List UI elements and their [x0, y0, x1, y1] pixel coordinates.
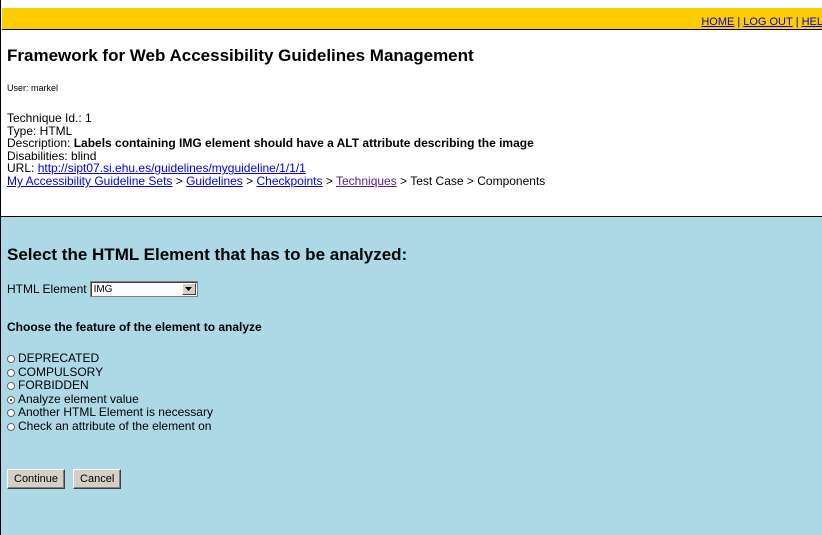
radio-button[interactable]	[7, 409, 15, 418]
panel-heading: Select the HTML Element that has to be a…	[7, 245, 408, 264]
radio-option-forbidden[interactable]: FORBIDDEN	[7, 378, 213, 393]
html-element-select[interactable]: IMG	[89, 281, 198, 297]
element-selection-panel: Select the HTML Element that has to be a…	[1, 217, 822, 535]
radio-button[interactable]	[7, 382, 15, 391]
chevron-down-icon	[185, 287, 193, 291]
logout-link[interactable]: LOG OUT	[743, 16, 793, 28]
technique-id: Technique Id.: 1	[7, 111, 92, 125]
technique-description: Description: Labels containing IMG eleme…	[7, 137, 545, 150]
radio-button[interactable]	[7, 355, 15, 364]
cancel-button[interactable]: Cancel	[73, 469, 122, 489]
breadcrumb: My Accessibility Guideline Sets > Guidel…	[7, 175, 545, 188]
breadcrumb-guideline-sets[interactable]: My Accessibility Guideline Sets	[7, 174, 172, 188]
radio-label: Another HTML Element is necessary	[18, 405, 213, 419]
nav-separator: |	[795, 16, 799, 28]
breadcrumb-separator: >	[463, 173, 478, 188]
radio-button[interactable]	[7, 368, 15, 377]
radio-option-compulsory[interactable]: COMPULSORY	[7, 364, 213, 380]
user-label: User: markel	[7, 83, 59, 93]
page-header: Framework for Web Accessibility Guidelin…	[1, 30, 822, 216]
html-element-label: HTML Element	[7, 282, 87, 296]
breadcrumb-separator: >	[172, 173, 187, 188]
breadcrumb-guidelines[interactable]: Guidelines	[186, 174, 243, 188]
radio-button-selected[interactable]	[7, 395, 15, 404]
html-element-select-value: IMG	[93, 284, 113, 295]
breadcrumb-separator: >	[242, 173, 257, 188]
breadcrumb-checkpoints[interactable]: Checkpoints	[256, 174, 322, 188]
nav-separator: |	[737, 16, 741, 28]
radio-label: FORBIDDEN	[18, 378, 89, 392]
description-text: Labels containing IMG element should hav…	[73, 136, 534, 151]
form-buttons: Continue Cancel	[7, 469, 122, 489]
breadcrumb-separator: >	[396, 173, 411, 188]
radio-button[interactable]	[7, 422, 15, 431]
continue-button[interactable]: Continue	[7, 469, 66, 489]
top-bar: HOME | LOG OUT | HEL	[2, 8, 822, 30]
radio-option-another-element[interactable]: Another HTML Element is necessary	[7, 405, 213, 420]
breadcrumb-components: Components	[477, 173, 546, 188]
help-link[interactable]: HEL	[802, 16, 822, 28]
breadcrumb-separator: >	[322, 173, 336, 188]
breadcrumb-techniques[interactable]: Techniques	[336, 174, 397, 188]
radio-label: DEPRECATED	[18, 351, 100, 365]
feature-heading: Choose the feature of the element to ana…	[7, 320, 262, 334]
radio-option-check-attribute[interactable]: Check an attribute of the element on	[7, 418, 213, 434]
html-element-row: HTML Element IMG	[7, 281, 198, 297]
breadcrumb-test-case: Test Case	[410, 173, 464, 188]
top-nav: HOME | LOG OUT | HEL	[701, 16, 822, 28]
radio-option-deprecated[interactable]: DEPRECATED	[7, 351, 213, 366]
radio-option-analyze-value[interactable]: Analyze element value	[7, 391, 213, 407]
radio-label: Analyze element value	[18, 391, 139, 406]
page-title: Framework for Web Accessibility Guidelin…	[7, 46, 474, 65]
radio-label: COMPULSORY	[18, 364, 104, 379]
feature-radio-group: DEPRECATED COMPULSORY FORBIDDEN Analyze …	[7, 351, 213, 434]
home-link[interactable]: HOME	[701, 16, 734, 28]
dropdown-button[interactable]	[181, 283, 196, 295]
radio-label: Check an attribute of the element on	[18, 418, 212, 433]
technique-info: Technique Id.: 1 Type: HTML Description:…	[7, 112, 545, 188]
